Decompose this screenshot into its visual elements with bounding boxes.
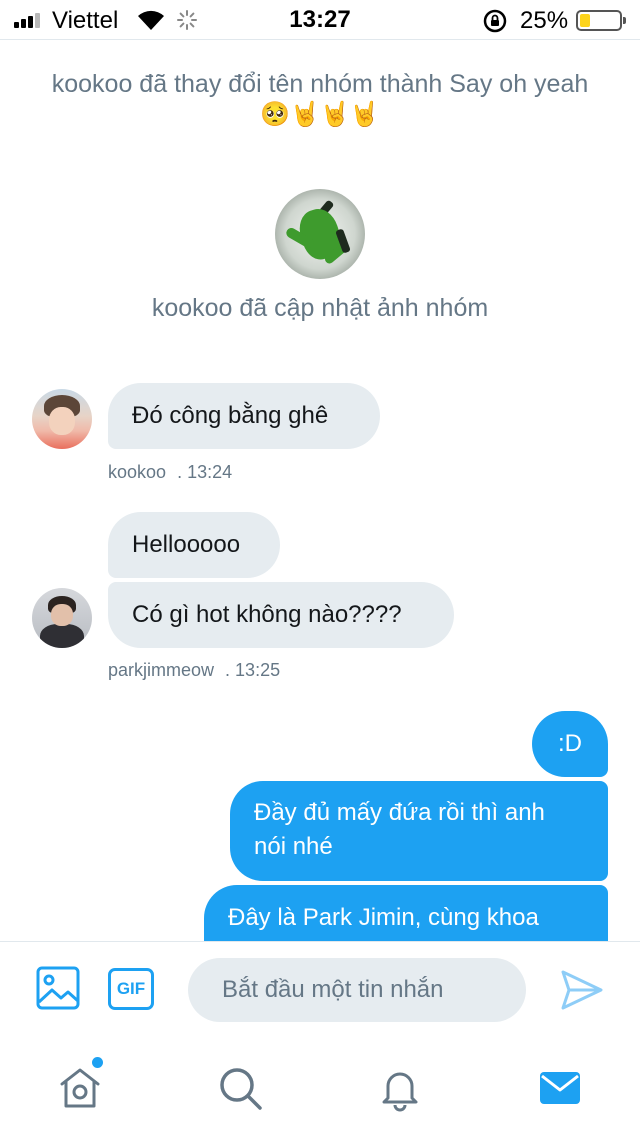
message-meta: kookoo . 13:24 — [108, 462, 232, 483]
message-bubble[interactable]: Có gì hot không nào???? — [108, 582, 454, 648]
message-line: nói nhé — [254, 833, 333, 860]
system-message-emojis: 🥺🤘🤘🤘 — [260, 101, 380, 128]
home-icon[interactable] — [56, 1064, 104, 1112]
group-photo[interactable] — [275, 189, 365, 279]
search-icon[interactable] — [216, 1064, 264, 1112]
meta-time: . 13:25 — [225, 660, 281, 680]
status-bar: Viettel 13:27 25% — [0, 0, 640, 40]
bell-icon[interactable] — [376, 1064, 424, 1112]
system-message-photo-update: kookoo đã cập nhật ảnh nhóm — [151, 294, 489, 322]
battery-fill — [580, 14, 590, 27]
message-meta: parkjimmeow . 13:25 — [108, 660, 280, 681]
meta-sender[interactable]: parkjimmeow — [108, 660, 214, 680]
message-bubble-outgoing[interactable]: Đầy đủ mấy đứa rồi thì anh nói nhé — [230, 781, 608, 881]
avatar-kookoo[interactable] — [32, 389, 92, 449]
gif-button[interactable]: GIF — [108, 968, 154, 1010]
notification-dot — [92, 1057, 103, 1068]
mail-icon[interactable] — [536, 1064, 584, 1112]
message-input[interactable] — [188, 958, 526, 1022]
message-line: Đầy đủ mấy đứa rồi thì anh — [254, 799, 545, 826]
system-message-rename: kookoo đã thay đổi tên nhóm thành Say oh… — [51, 70, 589, 98]
message-bubble-outgoing[interactable]: :D — [532, 711, 608, 777]
message-bubble[interactable]: Hellooooo — [108, 512, 280, 578]
battery-percent: 25% — [520, 7, 569, 34]
send-icon[interactable] — [560, 968, 604, 1012]
meta-time: . 13:24 — [177, 462, 233, 482]
avatar-parkjimmeow[interactable] — [32, 588, 92, 648]
battery-icon — [576, 10, 626, 31]
meta-sender[interactable]: kookoo — [108, 462, 166, 482]
image-icon[interactable] — [36, 966, 80, 1010]
rotation-lock-icon — [483, 9, 507, 33]
message-bubble[interactable]: Đó công bằng ghê — [108, 383, 380, 449]
